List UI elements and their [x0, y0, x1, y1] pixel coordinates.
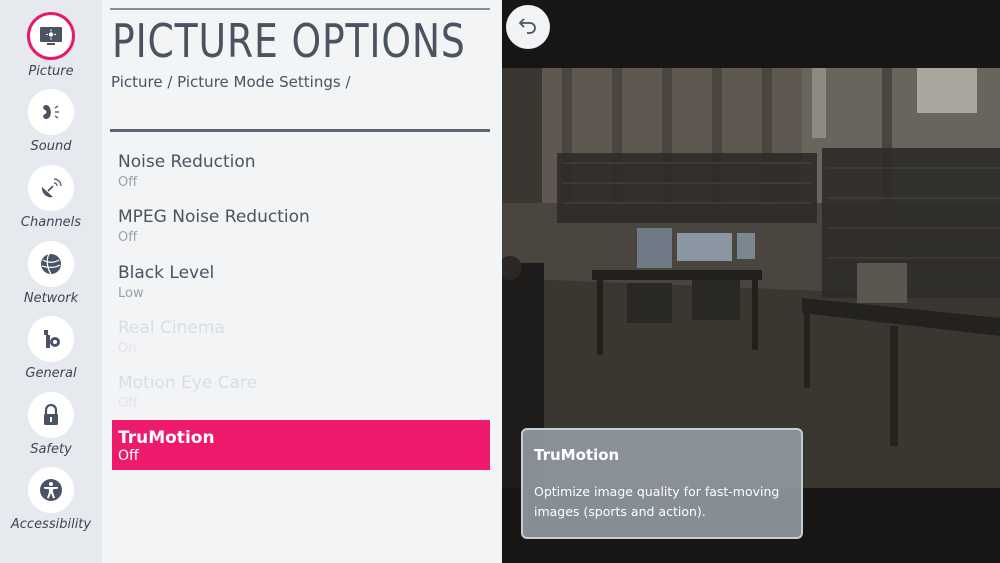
- sidebar-item-label: Channels: [20, 215, 82, 230]
- breadcrumb: Picture / Picture Mode Settings /: [111, 73, 351, 91]
- sidebar-item-channels[interactable]: Channels: [0, 165, 102, 230]
- menu-item-black-level[interactable]: Black Level Low: [112, 261, 490, 311]
- satellite-dish-icon: [28, 165, 74, 211]
- menu-item-value: Off: [118, 230, 138, 245]
- sidebar-item-network[interactable]: Network: [0, 241, 102, 306]
- category-sidebar: Picture Sound Channels Network General S…: [0, 0, 102, 563]
- menu-item-value: On: [118, 341, 137, 356]
- menu-item-value: Off: [118, 448, 139, 464]
- header-divider: [110, 129, 490, 132]
- menu-item-label: Real Cinema: [118, 318, 225, 338]
- menu-item-label: TruMotion: [118, 428, 215, 448]
- sidebar-item-label: Accessibility: [10, 517, 92, 532]
- scene-illustration: [502, 68, 1000, 488]
- sidebar-item-picture[interactable]: Picture: [0, 12, 102, 79]
- globe-icon: [28, 241, 74, 287]
- sidebar-item-label: Safety: [30, 442, 72, 457]
- sidebar-item-label: Picture: [28, 64, 74, 79]
- menu-item-label: Noise Reduction: [118, 152, 256, 172]
- background-video-frame: [502, 68, 1000, 488]
- page-title: PICTURE OPTIONS: [112, 14, 466, 68]
- tooltip-title: TruMotion: [534, 446, 620, 464]
- title-divider: [110, 8, 490, 10]
- menu-item-motion-eye-care: Motion Eye Care Off: [112, 371, 490, 421]
- menu-item-label: Black Level: [118, 263, 215, 283]
- picture-icon: [27, 12, 75, 60]
- menu-item-value: Off: [118, 396, 138, 411]
- menu-item-label: Motion Eye Care: [118, 373, 258, 393]
- sidebar-item-label: Network: [23, 291, 79, 306]
- sidebar-item-sound[interactable]: Sound: [0, 89, 102, 154]
- gear-wrench-icon: [28, 316, 74, 362]
- tooltip-description: Optimize image quality for fast-moving i…: [534, 484, 780, 519]
- menu-item-label: MPEG Noise Reduction: [118, 207, 310, 227]
- menu-item-real-cinema: Real Cinema On: [112, 316, 490, 366]
- menu-item-trumotion[interactable]: TruMotion Off: [112, 420, 490, 470]
- back-button[interactable]: [506, 5, 550, 49]
- help-tooltip: TruMotion Optimize image quality for fas…: [521, 428, 803, 539]
- sidebar-item-general[interactable]: General: [0, 316, 102, 381]
- menu-item-mpeg-noise-reduction[interactable]: MPEG Noise Reduction Off: [112, 205, 490, 255]
- back-arrow-icon: [517, 14, 539, 40]
- menu-item-noise-reduction[interactable]: Noise Reduction Off: [112, 150, 490, 200]
- sidebar-item-safety[interactable]: Safety: [0, 392, 102, 457]
- lock-icon: [28, 392, 74, 438]
- accessibility-icon: [28, 467, 74, 513]
- sidebar-item-label: Sound: [30, 139, 72, 154]
- sidebar-item-accessibility[interactable]: Accessibility: [0, 467, 102, 532]
- menu-item-value: Low: [118, 286, 144, 301]
- sidebar-item-label: General: [25, 366, 77, 381]
- settings-panel: PICTURE OPTIONS Picture / Picture Mode S…: [102, 0, 502, 563]
- sound-icon: [28, 89, 74, 135]
- menu-item-value: Off: [118, 175, 138, 190]
